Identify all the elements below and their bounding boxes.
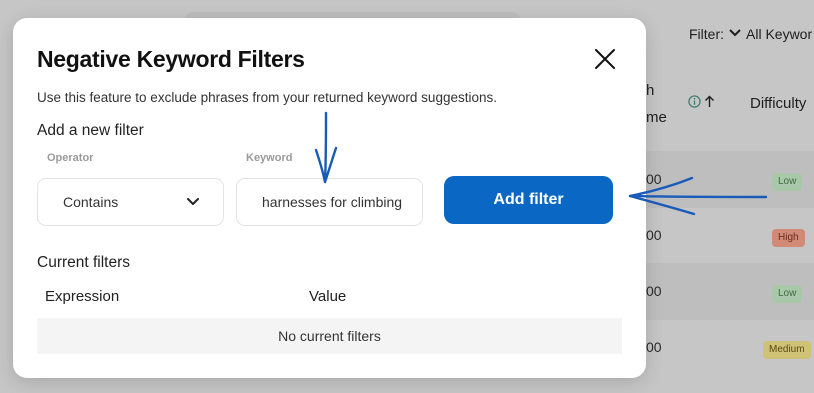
row-volume-value: 00 bbox=[646, 227, 662, 243]
add-filter-button[interactable]: Add filter bbox=[444, 176, 613, 224]
filter-control[interactable]: Filter: All Keywor bbox=[689, 26, 812, 42]
current-filters-heading: Current filters bbox=[37, 254, 131, 271]
keyword-input[interactable] bbox=[236, 178, 423, 226]
column-header-value: Value bbox=[309, 288, 347, 305]
difficulty-badge: Low bbox=[772, 173, 803, 191]
column-header-volume-part1: h bbox=[646, 82, 655, 99]
close-icon bbox=[595, 49, 615, 69]
chevron-down-icon bbox=[729, 28, 741, 40]
row-volume-value: 00 bbox=[646, 171, 662, 187]
row-volume-value: 00 bbox=[646, 283, 662, 299]
column-header-icons bbox=[688, 95, 715, 112]
keyword-label: Keyword bbox=[246, 152, 293, 164]
sort-up-icon[interactable] bbox=[704, 95, 715, 112]
column-header-volume-part2: me bbox=[646, 109, 667, 126]
empty-filters-row: No current filters bbox=[37, 318, 622, 354]
column-header-difficulty: Difficulty bbox=[750, 95, 807, 112]
chevron-down-icon bbox=[187, 198, 199, 206]
add-filter-heading: Add a new filter bbox=[37, 122, 144, 139]
filter-label: Filter: bbox=[689, 26, 724, 42]
column-header-expression: Expression bbox=[45, 288, 120, 305]
empty-filters-text: No current filters bbox=[278, 328, 381, 344]
difficulty-badge: Low bbox=[772, 285, 803, 303]
modal-description: Use this feature to exclude phrases from… bbox=[37, 90, 497, 105]
info-icon[interactable] bbox=[688, 95, 701, 112]
operator-select[interactable]: Contains bbox=[37, 178, 224, 226]
operator-selected-value: Contains bbox=[63, 194, 119, 210]
difficulty-badge: High bbox=[772, 229, 805, 247]
close-button[interactable] bbox=[593, 47, 617, 71]
negative-keyword-filters-modal: Negative Keyword Filters Use this featur… bbox=[13, 18, 646, 378]
difficulty-badge: Medium bbox=[763, 341, 811, 359]
operator-label: Operator bbox=[47, 152, 94, 164]
modal-title: Negative Keyword Filters bbox=[37, 46, 305, 72]
row-volume-value: 00 bbox=[646, 339, 662, 355]
filter-value: All Keywor bbox=[746, 26, 813, 42]
